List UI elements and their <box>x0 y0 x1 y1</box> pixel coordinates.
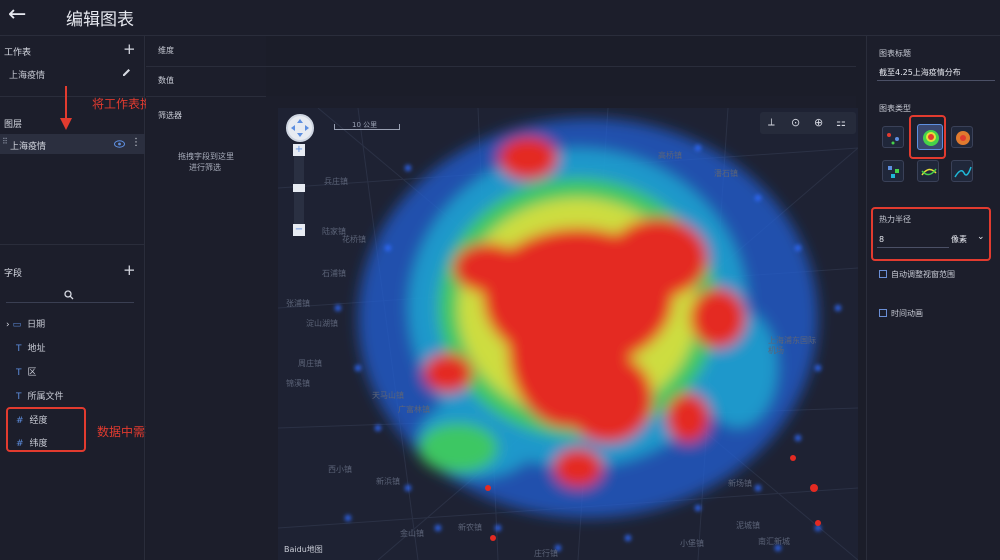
map-place-label: 新农镇 <box>458 523 482 532</box>
filter-panel: 维度 数值 筛选器 拖拽字段到这里 进行筛选 <box>146 36 266 560</box>
zoom-handle[interactable] <box>293 184 305 192</box>
more-options-icon[interactable]: ⋮ <box>131 137 141 148</box>
heatmap-type-highlight-box <box>909 115 946 159</box>
map-place-label: 兵庄镇 <box>324 177 348 186</box>
field-item-district[interactable]: T区 <box>16 365 37 378</box>
text-type-icon: T <box>16 392 22 402</box>
map-place-label: 西小镇 <box>328 465 352 474</box>
field-item-address[interactable]: T 地址 <box>16 341 46 354</box>
page-title: 编辑图表 <box>66 10 134 30</box>
map-place-label: 周庄镇 <box>298 359 322 368</box>
map-place-label: 泥城镇 <box>736 521 760 530</box>
map-place-label: 锦溪镇 <box>286 379 310 388</box>
chart-type-hexbin-icon[interactable] <box>951 126 973 148</box>
auto-fit-label: 自动调整视窗范围 <box>891 270 955 279</box>
fields-section-title: 字段 <box>4 269 23 279</box>
dimension-label: 维度 <box>158 46 174 55</box>
map-place-label: 高桥镇 <box>658 151 682 160</box>
heat-radius-highlight-box <box>871 207 991 261</box>
filter-label: 筛选器 <box>158 111 182 120</box>
map-place-label: 金山镇 <box>400 529 424 538</box>
heatmap-map[interactable]: 兵庄镇 花桥镇 陆家镇 石浦镇 淀山湖镇 张浦镇 周庄镇 天马山镇 锦溪镇 西小… <box>278 108 858 560</box>
text-type-icon: T <box>16 344 22 354</box>
worksheet-item[interactable]: 上海疫情 <box>9 68 45 81</box>
map-toolbar: ⟂ ⊙ ⊕ ⚏ <box>760 112 856 134</box>
map-place-label: 庄行镇 <box>534 549 558 558</box>
add-field-icon[interactable]: + <box>123 263 136 278</box>
map-place-label: 上海浦东国际机场 <box>768 336 816 355</box>
time-animation-checkbox[interactable] <box>879 309 887 317</box>
drag-hint-line1: 拖拽字段到这里 <box>178 152 234 161</box>
map-place-label: 淀山湖镇 <box>306 319 338 328</box>
top-bar: ← 编辑图表 <box>0 0 1000 36</box>
pan-arrows-icon <box>291 119 309 137</box>
map-place-label: 石浦镇 <box>322 269 346 278</box>
map-place-label: 陆家镇 <box>322 227 346 236</box>
divider <box>0 244 145 245</box>
lasso-select-icon[interactable]: ⟂ <box>768 117 775 128</box>
chart-title-underline <box>877 80 995 81</box>
back-arrow-icon[interactable]: ← <box>8 2 26 27</box>
map-place-label: 张浦镇 <box>286 299 310 308</box>
map-place-label: 小堡镇 <box>680 539 704 548</box>
add-worksheet-icon[interactable]: + <box>123 42 136 57</box>
worksheet-section-title: 工作表 <box>4 48 32 58</box>
layer-section-title: 图层 <box>4 120 23 130</box>
value-label: 数值 <box>158 76 174 85</box>
chart-type-flow-icon[interactable] <box>917 160 939 182</box>
search-icon[interactable] <box>64 290 74 300</box>
chart-title-input[interactable]: 截至4.25上海疫情分布 <box>879 67 961 78</box>
edit-pencil-icon[interactable] <box>121 67 132 78</box>
pan-control[interactable] <box>286 114 314 142</box>
chevron-right-icon[interactable]: › <box>6 320 10 330</box>
layer-item-row[interactable]: ⠿ 上海疫情 ⋮ <box>0 134 145 154</box>
scale-label: 10 公里 <box>352 121 378 129</box>
time-animation-label: 时间动画 <box>891 309 923 318</box>
map-place-label: 新场镇 <box>728 479 752 488</box>
text-type-icon: T <box>16 368 22 378</box>
map-place-label: 新浜镇 <box>376 477 400 486</box>
map-place-label: 广富林镇 <box>398 405 430 414</box>
field-item-file[interactable]: T 所属文件 <box>16 389 64 402</box>
layers-settings-icon[interactable]: ⚏ <box>836 116 846 129</box>
drag-hint-line2: 进行筛选 <box>189 163 221 172</box>
drag-handle-icon[interactable]: ⠿ <box>2 137 8 146</box>
chart-type-line-icon[interactable] <box>951 160 973 182</box>
chart-type-scatter-icon[interactable] <box>882 126 904 148</box>
map-place-label: 潘石镇 <box>714 169 738 178</box>
locate-icon[interactable]: ⊙ <box>791 116 800 129</box>
map-place-label: 南汇新城 <box>758 537 790 546</box>
layer-item-label: 上海疫情 <box>10 142 47 152</box>
lat-lng-highlight-box <box>6 407 86 452</box>
auto-fit-checkbox[interactable] <box>879 270 887 278</box>
calendar-icon: ▭ <box>12 320 22 330</box>
dimension-drop-line <box>146 66 856 67</box>
field-item-date[interactable]: › ▭ 日期 <box>6 317 45 330</box>
chart-type-grid-icon[interactable] <box>882 160 904 182</box>
map-attribution: Baidu地图 <box>284 545 323 554</box>
chart-title-label: 图表标题 <box>879 49 911 58</box>
map-background <box>278 108 858 560</box>
eye-icon[interactable] <box>114 140 125 148</box>
zoom-magnifier-icon[interactable]: ⊕ <box>814 116 823 129</box>
search-underline <box>6 302 134 303</box>
zoom-in-button[interactable]: + <box>293 144 305 156</box>
zoom-out-button[interactable]: − <box>293 224 305 236</box>
chart-type-label: 图表类型 <box>879 104 911 113</box>
map-place-label: 天马山镇 <box>372 391 404 400</box>
down-arrow-annotation-icon <box>60 86 72 130</box>
